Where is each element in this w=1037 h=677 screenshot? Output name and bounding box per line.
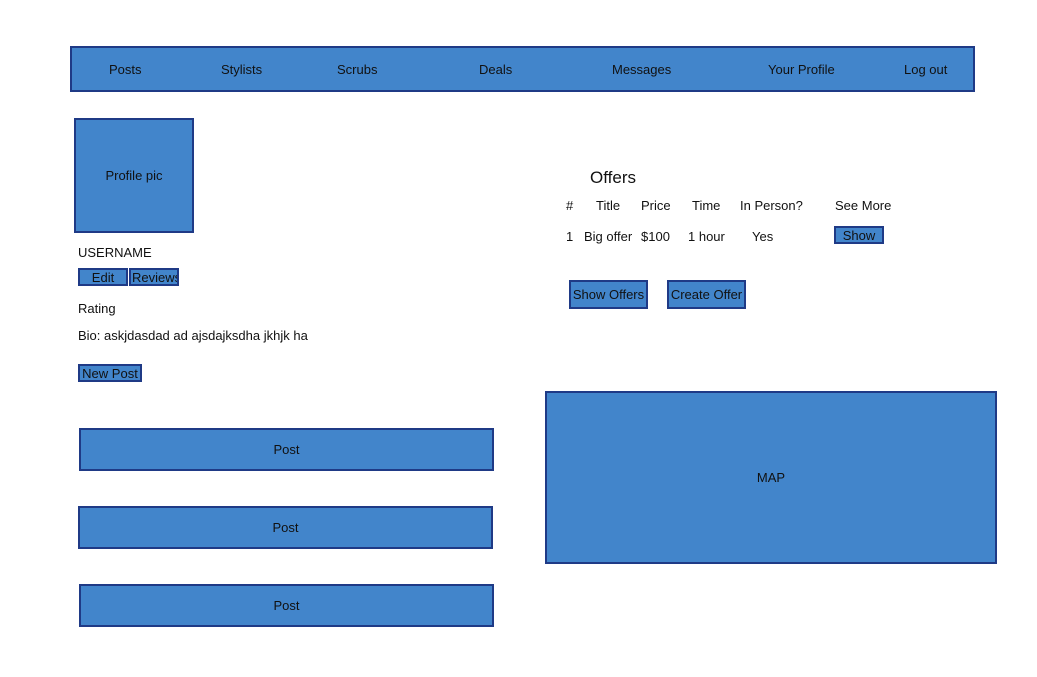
map-area[interactable]: MAP xyxy=(545,391,997,564)
profile-pic-label: Profile pic xyxy=(105,168,163,183)
reviews-button[interactable]: Reviews xyxy=(129,268,179,286)
nav-log-out[interactable]: Log out xyxy=(904,62,947,77)
profile-pic: Profile pic xyxy=(74,118,194,233)
header-in-person: In Person? xyxy=(740,198,803,213)
username: USERNAME xyxy=(78,245,152,260)
post-label: Post xyxy=(273,442,300,457)
cell-in-person: Yes xyxy=(752,229,774,244)
map-label: MAP xyxy=(756,470,786,485)
header-see-more: See More xyxy=(835,198,892,213)
post-card[interactable]: Post xyxy=(79,428,494,471)
new-post-button[interactable]: New Post xyxy=(78,364,142,382)
header-time: Time xyxy=(692,198,721,213)
show-offer-button[interactable]: Show xyxy=(834,226,884,244)
show-offers-button[interactable]: Show Offers xyxy=(569,280,648,309)
top-navbar: Posts Stylists Scrubs Deals Messages You… xyxy=(70,46,975,92)
cell-num: 1 xyxy=(566,229,574,244)
nav-your-profile[interactable]: Your Profile xyxy=(768,62,835,77)
post-label: Post xyxy=(273,598,300,613)
create-offer-button[interactable]: Create Offer xyxy=(667,280,746,309)
offers-title: Offers xyxy=(590,168,636,187)
bio-text: Bio: askjdasdad ad ajsdajksdha jkhjk ha xyxy=(78,328,308,343)
cell-price: $100 xyxy=(641,229,670,244)
nav-messages[interactable]: Messages xyxy=(612,62,671,77)
rating-label: Rating xyxy=(78,301,116,316)
nav-posts[interactable]: Posts xyxy=(109,62,142,77)
nav-deals[interactable]: Deals xyxy=(479,62,512,77)
nav-scrubs[interactable]: Scrubs xyxy=(337,62,377,77)
header-num: # xyxy=(566,198,574,213)
header-title: Title xyxy=(596,198,621,213)
post-card[interactable]: Post xyxy=(79,584,494,627)
cell-time: 1 hour xyxy=(688,229,725,244)
edit-button[interactable]: Edit xyxy=(78,268,128,286)
header-price: Price xyxy=(641,198,671,213)
post-card[interactable]: Post xyxy=(78,506,493,549)
nav-stylists[interactable]: Stylists xyxy=(221,62,262,77)
cell-title: Big offer xyxy=(584,229,633,244)
post-label: Post xyxy=(272,520,299,535)
